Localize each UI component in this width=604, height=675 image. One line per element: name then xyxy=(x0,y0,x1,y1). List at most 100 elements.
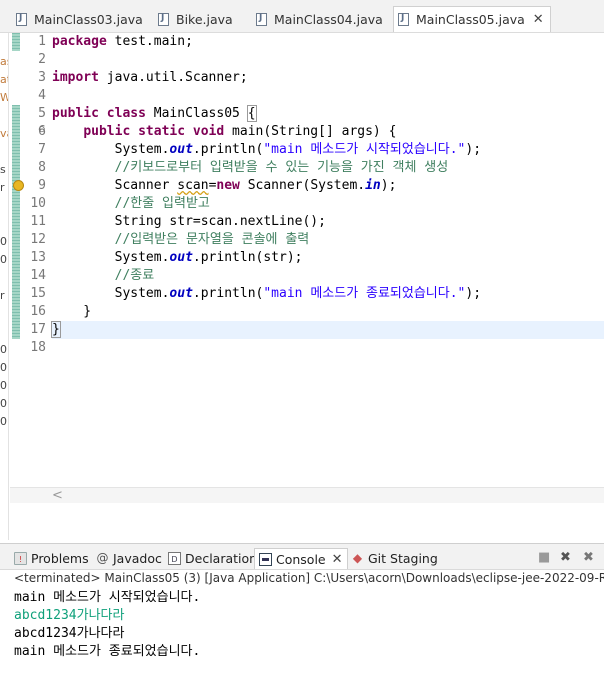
line-number-ruler: 1 2 3 4 5 6 7 8 9 10 11 12 13 14 15 16 1… xyxy=(24,33,46,357)
explorer-fragment: r xyxy=(0,181,5,194)
code-line: System.out.println(str); xyxy=(52,249,604,267)
string-literal: "main 메소드가 시작되었습니다." xyxy=(263,142,466,157)
console-status: <terminated> MainClass05 (3) [Java Appli… xyxy=(0,570,604,587)
terminate-icon[interactable]: ■ xyxy=(538,550,550,565)
warning-icon[interactable] xyxy=(13,180,24,191)
static-field: out xyxy=(169,250,193,265)
line-number: 18 xyxy=(30,340,46,355)
code-token: System. xyxy=(114,286,170,301)
console-line: main 메소드가 시작되었습니다. xyxy=(14,590,201,605)
static-field: out xyxy=(169,286,193,301)
remove-all-launches-icon[interactable]: ✖ xyxy=(583,550,594,565)
console-output[interactable]: main 메소드가 시작되었습니다. abcd1234가나다라 abcd1234… xyxy=(0,587,604,661)
tab-label: MainClass04.java xyxy=(274,11,383,27)
code-token: Scanner(System. xyxy=(239,178,366,193)
close-icon[interactable]: ✕ xyxy=(533,13,544,26)
code-editor[interactable]: ⊖ 1 2 3 4 5 6 7 8 9 10 11 12 13 14 15 16… xyxy=(10,33,604,540)
java-file-icon xyxy=(398,13,409,26)
static-field: in xyxy=(365,178,381,193)
line-number: 2 xyxy=(38,52,46,67)
problems-icon: ! xyxy=(14,552,27,565)
scroll-left-icon[interactable]: < xyxy=(52,488,63,503)
tab-mainclass03[interactable]: MainClass03.java xyxy=(16,6,143,32)
explorer-fragment: W xyxy=(0,91,8,104)
keyword: static xyxy=(138,124,186,139)
code-line: //입력받은 문자열을 콘솔에 출력 xyxy=(52,231,604,249)
code-token: .println(str); xyxy=(192,250,303,265)
comment: //키보드로부터 입력받을 수 있는 기능을 가진 객체 생성 xyxy=(114,160,449,175)
package-explorer-edge: as at W va s r 0 0: r 0 0: 0: 0: 0: xyxy=(0,33,9,540)
tab-label: Bike.java xyxy=(176,11,233,27)
matching-bracket: } xyxy=(51,321,61,338)
tab-git-staging[interactable]: ◆ Git Staging xyxy=(351,548,438,569)
code-token: main(String[] args) { xyxy=(224,124,397,139)
line-number: 16 xyxy=(30,304,46,319)
code-token: System. xyxy=(114,142,170,157)
explorer-fragment: as xyxy=(0,55,8,68)
class-name: MainClass05 xyxy=(145,106,248,121)
code-token: System. xyxy=(114,250,170,265)
remove-launch-icon[interactable]: ✖ xyxy=(560,550,571,565)
warning-token[interactable]: scan xyxy=(177,178,208,193)
console-icon xyxy=(259,552,272,566)
code-token: test.main; xyxy=(106,34,193,49)
code-text[interactable]: package test.main; import java.util.Scan… xyxy=(51,33,604,357)
line-number: 15 xyxy=(30,286,46,301)
line-number: 11 xyxy=(30,214,46,229)
keyword: public xyxy=(83,124,131,139)
javadoc-icon: @ xyxy=(96,551,109,565)
code-line: //키보드로부터 입력받을 수 있는 기능을 가진 객체 생성 xyxy=(52,159,604,177)
code-token: String str=scan.nextLine(); xyxy=(114,214,326,229)
keyword: import xyxy=(52,70,99,85)
code-token: .println( xyxy=(192,142,264,157)
tab-console[interactable]: Console ✕ xyxy=(254,548,348,569)
diff-bar xyxy=(12,105,20,339)
code-token: Scanner xyxy=(114,178,178,193)
tab-problems[interactable]: ! Problems xyxy=(14,548,89,569)
code-token: ); xyxy=(465,142,482,157)
horizontal-scrollbar[interactable]: < xyxy=(10,487,604,503)
explorer-fragment: s xyxy=(0,163,6,176)
declaration-icon: D xyxy=(168,552,181,565)
diff-bar xyxy=(12,33,20,51)
tab-bike[interactable]: Bike.java xyxy=(158,6,233,32)
line-number: 10 xyxy=(30,196,46,211)
code-line: //한줄 입력받고 xyxy=(52,195,604,213)
tab-label: Git Staging xyxy=(368,551,438,566)
comment: //한줄 입력받고 xyxy=(114,196,210,211)
editor-tab-bar: MainClass03.java Bike.java MainClass04.j… xyxy=(0,0,604,33)
explorer-fragment: 0 xyxy=(0,343,7,356)
line-number: 3 xyxy=(38,70,46,85)
text-cursor xyxy=(59,322,61,337)
tab-label: Console xyxy=(276,551,326,567)
explorer-fragment: 0: xyxy=(0,415,8,428)
tab-declaration[interactable]: D Declaration xyxy=(168,548,257,569)
explorer-fragment: 0: xyxy=(0,379,8,392)
line-number: 8 xyxy=(38,160,46,175)
static-field: out xyxy=(169,142,193,157)
code-token: .println( xyxy=(192,286,264,301)
keyword: new xyxy=(216,178,240,193)
current-code-line: } xyxy=(51,321,604,339)
line-number: 6 xyxy=(38,124,46,139)
java-file-icon xyxy=(16,12,27,26)
tab-label: Javadoc xyxy=(113,551,162,566)
tab-label: MainClass03.java xyxy=(34,11,143,27)
explorer-fragment: 0 xyxy=(0,235,7,248)
tab-javadoc[interactable]: @ Javadoc xyxy=(96,548,162,569)
string-literal: "main 메소드가 종료되었습니다." xyxy=(263,286,466,301)
tab-mainclass05[interactable]: MainClass05.java ✕ xyxy=(393,6,551,32)
tab-mainclass04[interactable]: MainClass04.java xyxy=(256,6,383,32)
console-line: abcd1234가나다라 xyxy=(14,626,125,641)
code-token: ); xyxy=(380,178,397,193)
code-line: String str=scan.nextLine(); xyxy=(52,213,604,231)
close-icon[interactable]: ✕ xyxy=(332,553,343,566)
keyword: void xyxy=(192,124,225,139)
console-input-line: abcd1234가나다라 xyxy=(14,608,125,623)
